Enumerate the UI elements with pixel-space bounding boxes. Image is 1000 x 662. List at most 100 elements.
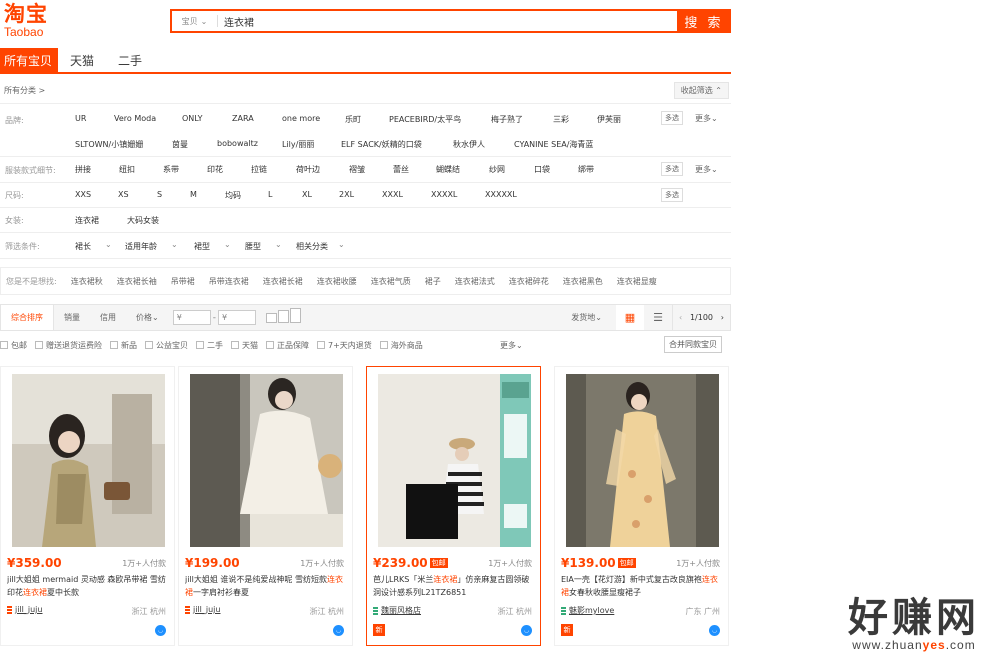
product-title[interactable]: jill大姐姐 谁说不是纯爱战神呢 雪纺短款连衣裙一字肩衬衫春夏 xyxy=(185,573,349,599)
brand-option[interactable]: UR xyxy=(75,114,86,123)
shop-link[interactable]: jill_juju xyxy=(7,605,42,614)
brand-option[interactable]: 伊芙丽 xyxy=(597,114,621,125)
detail-option[interactable]: 纱网 xyxy=(489,164,505,175)
price-min-input[interactable]: ¥ xyxy=(172,310,211,325)
women-option[interactable]: 大码女装 xyxy=(127,215,159,226)
size-option[interactable]: XS xyxy=(118,190,129,199)
size-option[interactable]: XXS xyxy=(75,190,91,199)
product-image[interactable] xyxy=(190,374,343,547)
checkbox[interactable] xyxy=(266,341,274,349)
product-card[interactable]: ¥139.00 包邮 1万+人付款 EIA一壳【花灯游】新中式复古改良旗袍连衣裙女… xyxy=(554,366,729,646)
price-max-input[interactable]: ¥ xyxy=(217,310,256,325)
filter-checkbox[interactable]: 公益宝贝 xyxy=(145,340,188,351)
suggestion-link[interactable]: 吊带裙 xyxy=(171,276,195,287)
checkbox[interactable] xyxy=(231,341,239,349)
brand-option[interactable]: 乐町 xyxy=(345,114,361,125)
shop-link[interactable]: jill_juju xyxy=(185,605,220,614)
tab-all[interactable]: 所有宝贝 xyxy=(0,48,59,72)
checkbox[interactable] xyxy=(317,341,325,349)
suggestion-link[interactable]: 裙子 xyxy=(425,276,441,287)
size-option[interactable]: XXXXXL xyxy=(485,190,517,199)
filter-checkbox[interactable]: 正品保障 xyxy=(266,340,309,351)
detail-option[interactable]: 印花 xyxy=(207,164,223,175)
size-option[interactable]: S xyxy=(157,190,162,199)
suggestion-link[interactable]: 连衣裙收腰 xyxy=(317,276,357,287)
checkbox[interactable] xyxy=(35,341,43,349)
detail-multi-button[interactable]: 多选 xyxy=(661,162,683,176)
size-option[interactable]: 2XL xyxy=(339,190,354,199)
sort-sales[interactable]: 销量 xyxy=(54,305,90,330)
filter-checkbox[interactable]: 二手 xyxy=(196,340,223,351)
checkbox[interactable] xyxy=(145,341,153,349)
product-title[interactable]: 芭儿LRKS「米兰连衣裙」仿亲麻复古圆领破洞设计感系列L21TZ6851 xyxy=(373,573,537,599)
detail-option[interactable]: 绑带 xyxy=(578,164,594,175)
collapse-filter-button[interactable]: 收起筛选 ⌃ xyxy=(673,82,729,99)
search-type-select[interactable]: 宝贝 ⌄ xyxy=(172,15,218,27)
brand-option[interactable]: SLTOWN/小镇姗姗 xyxy=(75,139,143,150)
filter-checkbox[interactable]: 新品 xyxy=(110,340,137,351)
all-categories-link[interactable]: 所有分类 > xyxy=(0,85,45,96)
grid-view-icon[interactable]: ▦ xyxy=(616,305,644,330)
product-title[interactable]: EIA一壳【花灯游】新中式复古改良旗袍连衣裙女春秋收腰显瘦裙子 xyxy=(561,573,725,599)
product-card[interactable]: ¥359.00 1万+人付款 jill大姐姐 mermaid 灵动感 森欧吊带裙… xyxy=(0,366,175,646)
suggestion-link[interactable]: 吊带连衣裙 xyxy=(209,276,249,287)
checkbox[interactable] xyxy=(110,341,118,349)
detail-option[interactable]: 口袋 xyxy=(534,164,550,175)
size-option[interactable]: L xyxy=(268,190,272,199)
suggestion-link[interactable]: 连衣裙碎花 xyxy=(509,276,549,287)
price-range-slider-icon[interactable] xyxy=(265,307,301,323)
brand-option[interactable]: PEACEBIRD/太平鸟 xyxy=(389,114,461,125)
brand-option[interactable]: 三彩 xyxy=(553,114,569,125)
suggestion-link[interactable]: 连衣裙显瘦 xyxy=(617,276,657,287)
wangwang-chat-icon[interactable]: ◡ xyxy=(521,625,532,636)
brand-option[interactable]: Vero Moda xyxy=(114,114,156,123)
suggestion-link[interactable]: 连衣裙法式 xyxy=(455,276,495,287)
wangwang-chat-icon[interactable]: ◡ xyxy=(155,625,166,636)
filter-checkbox[interactable]: 天猫 xyxy=(231,340,258,351)
brand-option[interactable]: ELF SACK/妖精的口袋 xyxy=(341,139,422,150)
brand-multi-button[interactable]: 多选 xyxy=(661,111,683,125)
condition-dropdown[interactable]: 适用年龄 xyxy=(125,241,157,252)
filter-checkbox[interactable]: 7+天内退货 xyxy=(317,340,372,351)
sort-price[interactable]: 价格 ⌄ xyxy=(126,305,169,330)
tab-secondhand[interactable]: 二手 xyxy=(106,48,154,72)
size-option[interactable]: XXXL xyxy=(382,190,403,199)
search-input[interactable] xyxy=(218,11,677,31)
wangwang-chat-icon[interactable]: ◡ xyxy=(709,625,720,636)
brand-option[interactable]: 茵曼 xyxy=(172,139,188,150)
product-card[interactable]: ¥239.00 包邮 1万+人付款 芭儿LRKS「米兰连衣裙」仿亲麻复古圆领破洞设… xyxy=(366,366,541,646)
brand-option[interactable]: 秋水伊人 xyxy=(453,139,485,150)
size-option[interactable]: XL xyxy=(302,190,312,199)
ship-from-select[interactable]: 发货地⌄ xyxy=(571,312,602,323)
filter-checkbox[interactable]: 包邮 xyxy=(0,340,27,351)
shop-link[interactable]: 魅影mylove xyxy=(561,605,614,616)
suggestion-link[interactable]: 连衣裙长袖 xyxy=(117,276,157,287)
size-multi-button[interactable]: 多选 xyxy=(661,188,683,202)
condition-dropdown[interactable]: 裙长 xyxy=(75,241,91,252)
shop-link[interactable]: 魏丽风格店 xyxy=(373,605,421,616)
brand-option[interactable]: one more xyxy=(282,114,320,123)
filter-checkbox[interactable]: 赠送退货运费险 xyxy=(35,340,102,351)
suggestion-link[interactable]: 连衣裙黑色 xyxy=(563,276,603,287)
size-option[interactable]: 均码 xyxy=(225,190,241,201)
taobao-logo[interactable]: 淘宝 Taobao xyxy=(4,4,48,39)
brand-option[interactable]: ONLY xyxy=(182,114,203,123)
prev-page-icon[interactable]: ‹ xyxy=(679,313,682,322)
suggestion-link[interactable]: 连衣裙长裙 xyxy=(263,276,303,287)
detail-option[interactable]: 纽扣 xyxy=(119,164,135,175)
checkbox[interactable] xyxy=(0,341,8,349)
search-button[interactable]: 搜 索 xyxy=(677,9,731,33)
product-image[interactable] xyxy=(566,374,719,547)
product-card[interactable]: ¥199.00 1万+人付款 jill大姐姐 谁说不是纯爱战神呢 雪纺短款连衣裙… xyxy=(178,366,353,646)
women-option[interactable]: 连衣裙 xyxy=(75,215,99,226)
detail-option[interactable]: 蕾丝 xyxy=(393,164,409,175)
product-image[interactable] xyxy=(378,374,531,547)
product-title[interactable]: jill大姐姐 mermaid 灵动感 森欧吊带裙 雪纺印花连衣裙夏中长款 xyxy=(7,573,171,599)
size-option[interactable]: XXXXL xyxy=(431,190,457,199)
condition-dropdown[interactable]: 腰型 xyxy=(245,241,261,252)
suggestion-link[interactable]: 连衣裙气质 xyxy=(371,276,411,287)
detail-option[interactable]: 拼接 xyxy=(75,164,91,175)
detail-more-button[interactable]: 更多⌄ xyxy=(695,164,718,175)
sort-default[interactable]: 综合排序 xyxy=(1,305,54,330)
checkbox[interactable] xyxy=(196,341,204,349)
